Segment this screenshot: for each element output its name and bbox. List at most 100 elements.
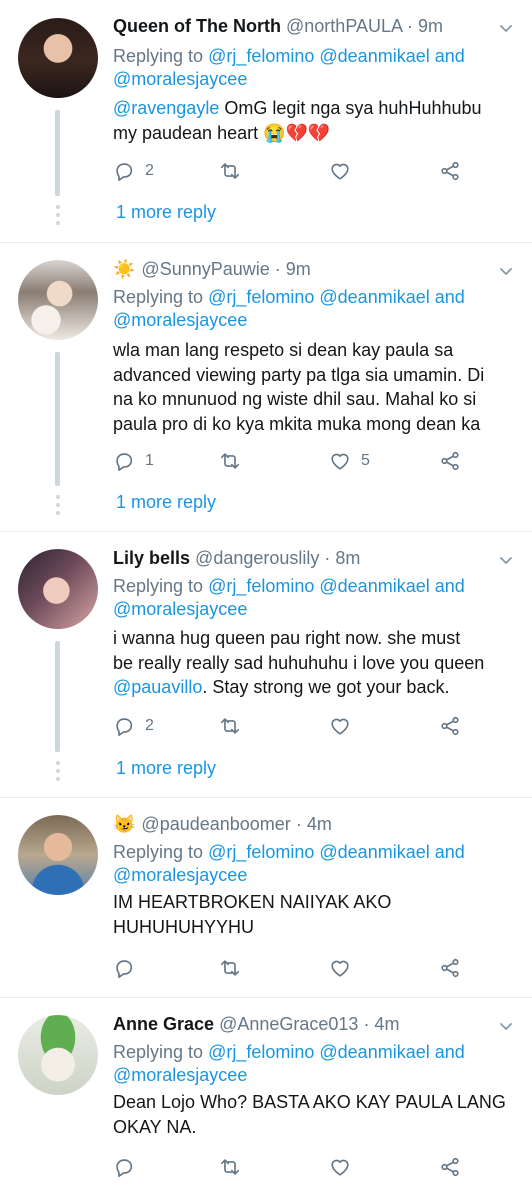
display-name[interactable]: Queen of The North [113, 16, 281, 36]
reply-icon [113, 450, 135, 472]
reply-mention[interactable]: @moralesjaycee [113, 865, 247, 885]
share-button[interactable] [439, 956, 461, 980]
reply-button[interactable] [113, 1155, 135, 1179]
reply-mention[interactable]: @moralesjaycee [113, 69, 247, 89]
like-button[interactable] [329, 956, 351, 980]
thread-dots [55, 495, 60, 519]
reply-icon [113, 957, 135, 979]
handle[interactable]: @paudeanboomer [141, 814, 290, 834]
like-button[interactable] [329, 1155, 351, 1179]
reply-and-others[interactable]: and [435, 842, 465, 862]
share-icon [439, 715, 461, 737]
tweet-5[interactable]: Anne Grace @AnneGrace013 · 4m Replying t… [0, 998, 532, 1200]
reply-mention[interactable]: @deanmikael [319, 46, 429, 66]
retweet-button[interactable] [219, 956, 241, 980]
share-button[interactable] [439, 159, 461, 183]
reply-mention[interactable]: @deanmikael [319, 842, 429, 862]
retweet-button[interactable] [219, 449, 241, 473]
retweet-button[interactable] [219, 714, 241, 738]
reply-and-others[interactable]: and [435, 576, 465, 596]
reply-and-others[interactable]: and [435, 46, 465, 66]
tweet-header: Queen of The North @northPAULA · 9m [113, 14, 443, 38]
replying-to: Replying to @rj_felomino @deanmikael and… [113, 842, 465, 885]
reply-mention[interactable]: @moralesjaycee [113, 599, 247, 619]
avatar[interactable] [18, 549, 98, 629]
tweet-2[interactable]: ☀️ @SunnyPauwie · 9m Replying to @rj_felo… [0, 243, 532, 532]
reply-button[interactable]: 1 [113, 449, 154, 473]
more-replies-link[interactable]: 1 more reply [116, 200, 216, 224]
like-button[interactable]: 5 [329, 449, 370, 473]
reply-and-others[interactable]: and [435, 287, 465, 307]
share-button[interactable] [439, 1155, 461, 1179]
thread-dots [55, 761, 60, 785]
tweet-actions: 2 [113, 159, 473, 183]
tweet-text: IM HEARTBROKEN NAIIYAK AKO HUHUHUHYYHU [113, 892, 392, 937]
reply-and-others[interactable]: and [435, 1042, 465, 1062]
tweet-1[interactable]: Queen of The North @northPAULA · 9m Repl… [0, 0, 532, 243]
more-replies-link[interactable]: 1 more reply [116, 490, 216, 514]
tweet-text: @ravengayle OmG legit nga sya huhHuhhubu… [113, 98, 482, 143]
reply-count: 2 [145, 717, 154, 734]
handle[interactable]: @SunnyPauwie [141, 259, 269, 279]
chevron-down-icon[interactable] [498, 552, 514, 568]
reply-mention[interactable]: @moralesjaycee [113, 1065, 247, 1085]
mention-link[interactable]: @ravengayle [113, 98, 219, 118]
thread-dots [55, 205, 60, 229]
avatar[interactable] [18, 18, 98, 98]
reply-button[interactable]: 2 [113, 159, 154, 183]
reply-mention[interactable]: @deanmikael [319, 576, 429, 596]
handle[interactable]: @northPAULA [286, 16, 402, 36]
tweet-actions: 1 5 [113, 449, 473, 473]
handle[interactable]: @AnneGrace013 [219, 1014, 358, 1034]
timestamp[interactable]: · 8m [324, 548, 360, 568]
retweet-button[interactable] [219, 159, 241, 183]
reply-button[interactable] [113, 956, 135, 980]
retweet-button[interactable] [219, 1155, 241, 1179]
reply-icon [113, 160, 135, 182]
timestamp[interactable]: · 4m [363, 1014, 399, 1034]
reply-mention[interactable]: @rj_felomino [208, 46, 314, 66]
avatar[interactable] [18, 260, 98, 340]
share-button[interactable] [439, 449, 461, 473]
like-button[interactable] [329, 159, 351, 183]
avatar[interactable] [18, 815, 98, 895]
timestamp[interactable]: · 9m [275, 259, 311, 279]
tweet-3[interactable]: Lily bells @dangerouslily · 8m Replying … [0, 532, 532, 798]
timestamp[interactable]: · 9m [407, 16, 443, 36]
retweet-icon [219, 957, 241, 979]
like-icon [329, 1156, 351, 1178]
tweet-actions: 2 [113, 714, 473, 738]
avatar[interactable] [18, 1015, 98, 1095]
tweet-4[interactable]: 😼 @paudeanboomer · 4m Replying to @rj_fel… [0, 798, 532, 998]
replying-to: Replying to @rj_felomino @deanmikael and… [113, 287, 465, 330]
reply-mention[interactable]: @rj_felomino [208, 842, 314, 862]
timestamp[interactable]: · 4m [296, 814, 332, 834]
share-icon [439, 957, 461, 979]
reply-mention[interactable]: @rj_felomino [208, 287, 314, 307]
retweet-icon [219, 715, 241, 737]
chevron-down-icon[interactable] [498, 1018, 514, 1034]
display-name[interactable]: Lily bells [113, 548, 190, 568]
chevron-down-icon[interactable] [498, 20, 514, 36]
display-name[interactable]: Anne Grace [113, 1014, 214, 1034]
share-button[interactable] [439, 714, 461, 738]
sun-emoji-icon: ☀️ [113, 259, 136, 279]
like-button[interactable] [329, 714, 351, 738]
reply-mention[interactable]: @rj_felomino [208, 1042, 314, 1062]
handle[interactable]: @dangerouslily [195, 548, 319, 568]
reply-mention[interactable]: @deanmikael [319, 1042, 429, 1062]
reply-mention[interactable]: @rj_felomino [208, 576, 314, 596]
reply-mention[interactable]: @deanmikael [319, 287, 429, 307]
reply-count: 2 [145, 162, 154, 179]
tweet-text: wla man lang respeto si dean kay paula s… [113, 340, 485, 434]
more-replies-link[interactable]: 1 more reply [116, 756, 216, 780]
like-count: 5 [361, 452, 370, 469]
mention-link[interactable]: @pauavillo [113, 677, 202, 697]
share-icon [439, 450, 461, 472]
replying-to: Replying to @rj_felomino @deanmikael and… [113, 1042, 465, 1085]
thread-line [55, 641, 60, 752]
reply-mention[interactable]: @moralesjaycee [113, 310, 247, 330]
replying-to: Replying to @rj_felomino @deanmikael and… [113, 576, 465, 619]
reply-button[interactable]: 2 [113, 714, 154, 738]
chevron-down-icon[interactable] [498, 263, 514, 279]
